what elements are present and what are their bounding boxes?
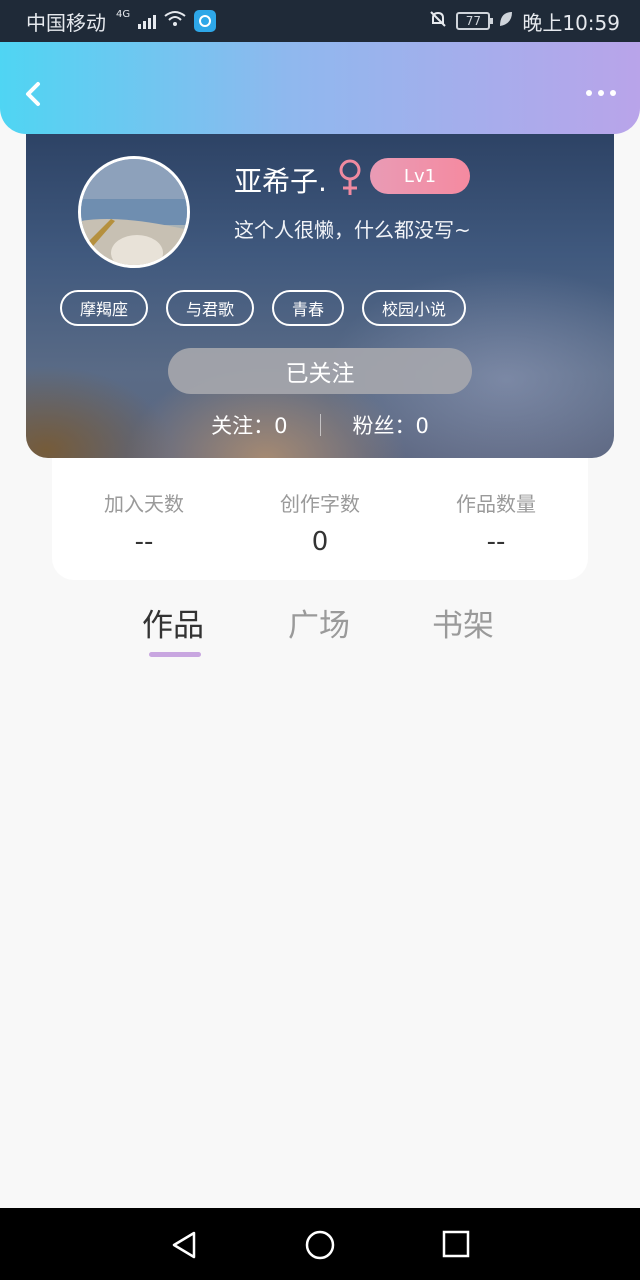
back-button[interactable] bbox=[22, 80, 44, 110]
system-nav-bar bbox=[0, 1208, 640, 1280]
nav-home-icon[interactable] bbox=[304, 1230, 336, 1266]
nav-back-icon[interactable] bbox=[170, 1230, 198, 1264]
stat-value: -- bbox=[134, 527, 154, 557]
stats-card: 加入天数 -- 创作字数 0 作品数量 -- bbox=[52, 458, 588, 580]
bio-text: 这个人很懒，什么都没写~ bbox=[234, 218, 471, 242]
follow-button[interactable]: 已关注 bbox=[168, 348, 472, 394]
following-count[interactable]: 关注：0 bbox=[211, 410, 287, 440]
tag-item[interactable]: 摩羯座 bbox=[60, 290, 149, 326]
divider bbox=[319, 414, 321, 436]
leaf-icon bbox=[498, 9, 514, 33]
level-badge: Lv1 bbox=[370, 158, 470, 194]
avatar[interactable] bbox=[78, 156, 190, 268]
stat-works-count: 作品数量 -- bbox=[448, 488, 544, 580]
stat-label: 创作字数 bbox=[280, 492, 360, 516]
follow-stats: 关注：0 粉丝：0 bbox=[26, 410, 614, 440]
carrier-name: 中国移动 bbox=[26, 10, 106, 35]
tag-list: 摩羯座 与君歌 青春 校园小说 bbox=[60, 290, 467, 326]
mute-bell-icon bbox=[428, 9, 448, 34]
tag-item[interactable]: 青春 bbox=[272, 290, 345, 326]
tab-bookshelf[interactable]: 书架 bbox=[432, 600, 494, 645]
tab-works[interactable]: 作品 bbox=[142, 600, 204, 645]
tab-bar: 作品 广场 书架 bbox=[0, 600, 640, 660]
app-notification-icon bbox=[194, 10, 217, 32]
tab-indicator bbox=[149, 652, 201, 657]
top-header bbox=[0, 42, 640, 134]
username: 亚希子. bbox=[234, 165, 327, 198]
tab-square[interactable]: 广场 bbox=[288, 600, 350, 645]
chevron-left-icon bbox=[26, 82, 40, 106]
stat-label: 作品数量 bbox=[456, 492, 536, 516]
signal-icon bbox=[138, 13, 157, 29]
followers-count[interactable]: 粉丝：0 bbox=[353, 410, 429, 440]
battery-icon: 77 bbox=[456, 12, 494, 30]
female-icon bbox=[336, 158, 364, 202]
status-bar: 中国移动 4G 77 晚上10:59 bbox=[0, 0, 640, 42]
status-left: 中国移动 4G bbox=[26, 7, 217, 36]
stat-value: -- bbox=[486, 527, 506, 557]
network-type: 4G bbox=[116, 8, 131, 20]
status-right: 77 晚上10:59 bbox=[428, 7, 620, 36]
profile-card: 亚希子. Lv1 这个人很懒，什么都没写~ 摩羯座 与君歌 青春 校园小说 已关… bbox=[26, 120, 614, 458]
stat-word-count: 创作字数 0 bbox=[272, 488, 368, 580]
tag-item[interactable]: 与君歌 bbox=[166, 290, 255, 326]
nav-recents-icon[interactable] bbox=[442, 1230, 470, 1264]
more-dots-icon[interactable] bbox=[586, 90, 616, 96]
clock: 晚上10:59 bbox=[522, 10, 620, 35]
stat-join-days: 加入天数 -- bbox=[96, 488, 192, 580]
stat-value: 0 bbox=[311, 527, 329, 557]
tag-item[interactable]: 校园小说 bbox=[362, 290, 467, 326]
wifi-icon bbox=[164, 9, 186, 33]
stat-label: 加入天数 bbox=[104, 492, 184, 516]
